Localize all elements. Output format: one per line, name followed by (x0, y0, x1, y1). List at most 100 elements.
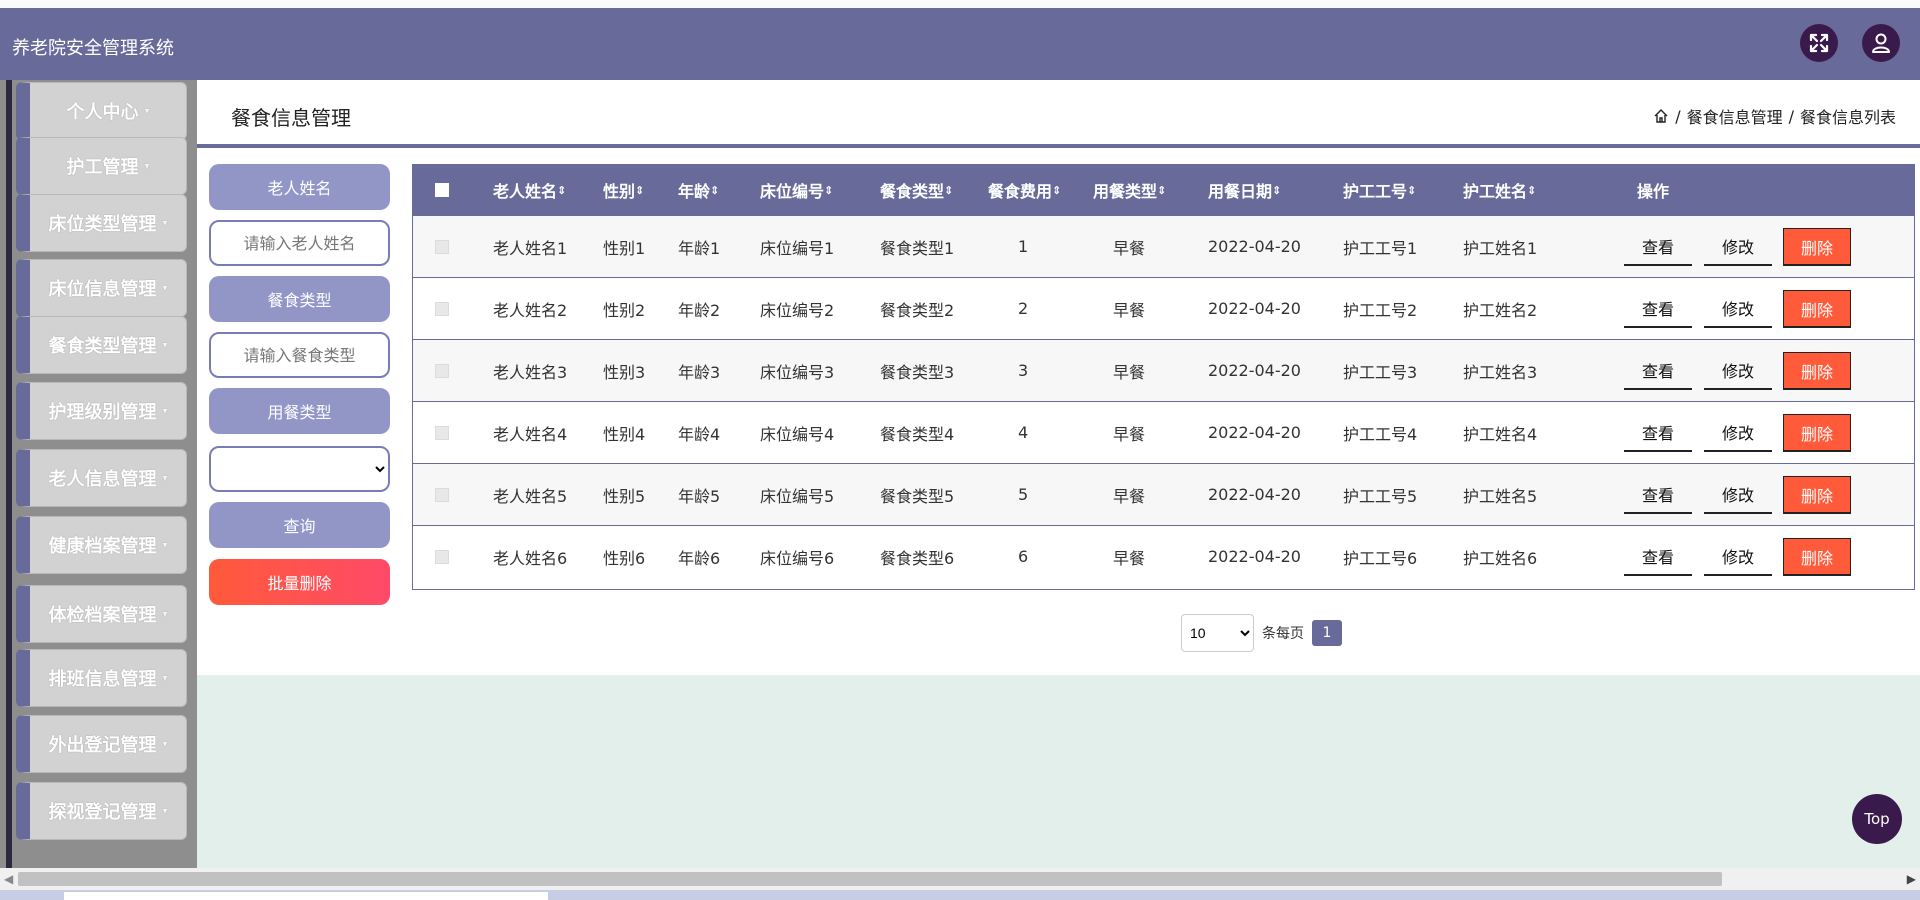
sidebar-item[interactable]: 床位类型管理 ▾ (16, 194, 187, 252)
back-to-top-button[interactable]: Top (1852, 794, 1902, 844)
select-all-cell (435, 165, 449, 215)
name-search-input[interactable] (209, 220, 390, 266)
scroll-left-icon[interactable]: ◀ (4, 872, 13, 886)
fullscreen-button[interactable] (1800, 24, 1838, 62)
column-header[interactable]: 餐食费用 ⇕ (988, 165, 1061, 215)
delete-button[interactable]: 删除 (1783, 352, 1851, 390)
column-header[interactable]: 用餐日期 ⇕ (1208, 165, 1281, 215)
column-header[interactable]: 年龄 ⇕ (678, 165, 719, 215)
column-header[interactable]: 用餐类型 ⇕ (1093, 165, 1166, 215)
sidebar-item[interactable]: 健康档案管理 ▾ (16, 516, 187, 574)
sort-icon[interactable]: ⇕ (1157, 184, 1166, 197)
sort-icon[interactable]: ⇕ (944, 184, 953, 197)
chevron-down-icon: ▾ (144, 105, 150, 117)
sidebar-item[interactable]: 餐食类型管理 ▾ (16, 316, 187, 374)
delete-button[interactable]: 删除 (1783, 414, 1851, 452)
row-checkbox[interactable] (435, 239, 449, 254)
chevron-down-icon: ▾ (162, 672, 168, 684)
edit-button[interactable]: 修改 (1704, 228, 1772, 266)
sort-icon[interactable]: ⇕ (1407, 184, 1416, 197)
delete-button[interactable]: 删除 (1783, 538, 1851, 576)
home-icon[interactable] (1653, 108, 1669, 124)
sidebar-item[interactable]: 老人信息管理 ▾ (16, 449, 187, 507)
batch-delete-button[interactable]: 批量删除 (209, 559, 390, 605)
chevron-down-icon: ▾ (162, 608, 168, 620)
column-header[interactable]: 护工工号 ⇕ (1343, 165, 1416, 215)
select-all-checkbox[interactable] (435, 183, 449, 197)
dining-type-select[interactable] (209, 446, 390, 492)
user-menu-button[interactable] (1862, 24, 1900, 62)
column-header-label: 老人姓名 (493, 182, 558, 201)
column-header[interactable]: 床位编号 ⇕ (760, 165, 833, 215)
view-button[interactable]: 查看 (1624, 290, 1692, 328)
edit-button[interactable]: 修改 (1704, 476, 1772, 514)
column-header-label: 床位编号 (760, 182, 825, 201)
table-cell: 性别5 (603, 486, 646, 506)
column-header-label: 性别 (603, 182, 636, 201)
edit-button[interactable]: 修改 (1704, 352, 1772, 390)
row-checkbox[interactable] (435, 487, 449, 502)
delete-button[interactable]: 删除 (1783, 290, 1851, 328)
meal-type-search-input[interactable] (209, 332, 390, 378)
search-button[interactable]: 查询 (209, 502, 390, 548)
page-size-select[interactable]: 10 (1181, 614, 1254, 652)
scrollbar-thumb[interactable] (18, 872, 1722, 886)
page-number-button[interactable]: 1 (1312, 620, 1342, 646)
view-button[interactable]: 查看 (1624, 352, 1692, 390)
sort-icon[interactable]: ⇕ (710, 184, 719, 197)
horizontal-scrollbar[interactable]: ◀ ▶ (0, 868, 1920, 890)
meal-table: 老人姓名 ⇕ 性别 ⇕ 年龄 ⇕ 床位编号 ⇕ 餐食类型 ⇕ 餐食费用 ⇕ 用餐类型 ⇕ 用餐日期 ⇕ 护工工号… (412, 164, 1915, 590)
table-cell: 早餐 (1113, 424, 1146, 444)
sidebar-item-label: 床位类型管理 (48, 214, 157, 235)
table-cell: 餐食类型1 (880, 238, 955, 258)
row-checkbox[interactable] (435, 301, 449, 316)
column-header[interactable]: 老人姓名 ⇕ (493, 165, 566, 215)
delete-button[interactable]: 删除 (1783, 476, 1851, 514)
view-button[interactable]: 查看 (1624, 414, 1692, 452)
sidebar-item-label: 个人中心 (66, 102, 139, 123)
sidebar-item[interactable]: 护工管理 ▾ (16, 137, 187, 195)
view-button[interactable]: 查看 (1624, 476, 1692, 514)
edit-button[interactable]: 修改 (1704, 414, 1772, 452)
sidebar-item[interactable]: 个人中心 ▾ (16, 82, 187, 140)
sidebar-item-label: 外出登记管理 (48, 735, 157, 756)
chevron-down-icon: ▾ (162, 405, 168, 417)
table-cell: 餐食类型5 (880, 486, 955, 506)
table-row: 老人姓名2 性别2 年龄2 床位编号2 餐食类型2 2 早餐 2022-04-20 护工工号2 护… (413, 277, 1914, 339)
row-checkbox[interactable] (435, 363, 449, 378)
column-header[interactable]: 护工姓名 ⇕ (1463, 165, 1536, 215)
sort-icon[interactable]: ⇕ (824, 184, 833, 197)
row-checkbox[interactable] (435, 549, 449, 564)
column-header[interactable]: 餐食类型 ⇕ (880, 165, 953, 215)
sidebar-item[interactable]: 排班信息管理 ▾ (16, 649, 187, 707)
view-button[interactable]: 查看 (1624, 538, 1692, 576)
view-button[interactable]: 查看 (1624, 228, 1692, 266)
edit-button[interactable]: 修改 (1704, 538, 1772, 576)
breadcrumb-level1[interactable]: 餐食信息管理 (1687, 104, 1783, 128)
sidebar-item[interactable]: 外出登记管理 ▾ (16, 715, 187, 773)
sidebar-item[interactable]: 体检档案管理 ▾ (16, 585, 187, 643)
name-filter-label: 老人姓名 (209, 164, 390, 210)
column-header-label: 餐食费用 (988, 182, 1053, 201)
sidebar-item-label: 排班信息管理 (48, 669, 157, 690)
sort-icon[interactable]: ⇕ (557, 184, 566, 197)
column-header-label: 护工工号 (1343, 182, 1408, 201)
scroll-right-icon[interactable]: ▶ (1907, 872, 1916, 886)
chevron-down-icon: ▾ (162, 339, 168, 351)
column-header[interactable]: 性别 ⇕ (603, 165, 644, 215)
sort-icon[interactable]: ⇕ (1527, 184, 1536, 197)
sidebar-item-label: 护理级别管理 (48, 402, 157, 423)
row-checkbox[interactable] (435, 425, 449, 440)
chevron-down-icon: ▾ (162, 472, 168, 484)
sidebar-item-label: 探视登记管理 (48, 802, 157, 823)
edit-button[interactable]: 修改 (1704, 290, 1772, 328)
taskbar-tab[interactable] (64, 892, 548, 900)
sidebar-item[interactable]: 护理级别管理 ▾ (16, 382, 187, 440)
sort-icon[interactable]: ⇕ (1052, 184, 1061, 197)
sort-icon[interactable]: ⇕ (635, 184, 644, 197)
sort-icon[interactable]: ⇕ (1272, 184, 1281, 197)
delete-button[interactable]: 删除 (1783, 228, 1851, 266)
sidebar-item[interactable]: 探视登记管理 ▾ (16, 782, 187, 840)
sidebar-item[interactable]: 床位信息管理 ▾ (16, 259, 187, 317)
sidebar-strip (6, 80, 12, 868)
